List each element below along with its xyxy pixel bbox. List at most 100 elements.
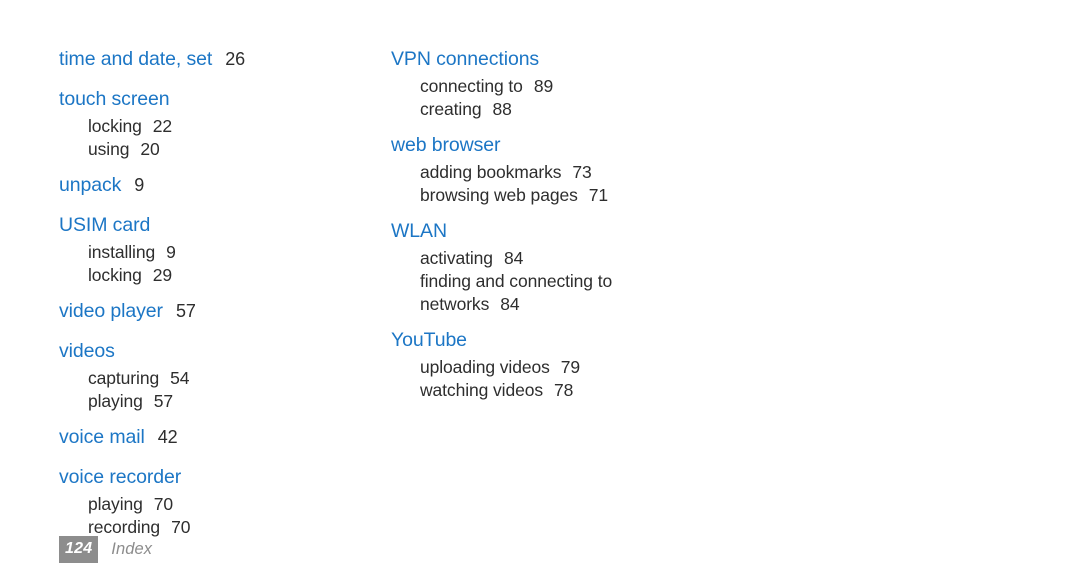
index-heading[interactable]: YouTube	[391, 325, 721, 356]
index-subentry-page-number: 70	[171, 517, 191, 537]
index-subentry-page-number: 71	[588, 185, 609, 205]
index-subentry-label: installing	[88, 242, 156, 262]
index-subentry-list: adding bookmarks 73 browsing web pages 71	[391, 161, 721, 207]
index-heading[interactable]: VPN connections	[391, 44, 721, 75]
index-heading[interactable]: voice mail 42	[59, 422, 389, 453]
index-subentry[interactable]: recording 70	[59, 516, 389, 539]
index-subentry-label: adding bookmarks	[420, 162, 562, 182]
index-subentry-label: finding and connecting to	[420, 271, 613, 291]
index-heading-label: voice recorder	[59, 466, 182, 488]
index-subentry-page-number: 29	[152, 265, 173, 285]
index-entry-group: VPN connections connecting to 89 creating 88	[391, 44, 721, 121]
index-subentry-label: connecting to	[420, 76, 523, 96]
index-subentry[interactable]: adding bookmarks 73	[391, 161, 721, 184]
index-heading[interactable]: time and date, set 26	[59, 44, 389, 75]
index-subentry-page-number: 20	[140, 139, 160, 159]
index-column-left: time and date, set 26 touch screen locking 2…	[59, 44, 389, 539]
index-subentry-label: activating	[420, 248, 493, 268]
index-entry-group: YouTube uploading videos 79 watching videos…	[391, 325, 721, 402]
index-subentry-list: activating 84 finding and connecting to net…	[391, 247, 721, 316]
index-heading-label: time and date, set	[59, 48, 213, 70]
index-heading-page-number: 57	[175, 301, 196, 321]
page-footer: 124 Index	[59, 536, 152, 563]
index-columns: time and date, set 26 touch screen locking 2…	[0, 44, 1080, 537]
index-subentry-page-number: 22	[152, 116, 173, 136]
index-entry-group: WLAN activating 84 finding and connecting t…	[391, 216, 721, 316]
index-subentry-list: locking 22 using 20	[59, 115, 389, 161]
index-subentry-page-number: 84	[500, 294, 520, 314]
index-subentry-label: watching videos	[420, 380, 544, 400]
index-heading-label: unpack	[59, 174, 122, 196]
index-subentry[interactable]: watching videos 78	[391, 379, 721, 402]
index-subentry[interactable]: playing 57	[59, 390, 389, 413]
index-subentry-page-number: 79	[560, 357, 581, 377]
index-entry-group: time and date, set 26	[59, 44, 389, 75]
index-heading[interactable]: touch screen	[59, 84, 389, 115]
index-heading[interactable]: video player 57	[59, 296, 389, 327]
index-entry-group: voice recorder playing 70 recording 70	[59, 462, 389, 539]
index-subentry-label: capturing	[88, 368, 160, 388]
index-subentry-list: uploading videos 79 watching videos 78	[391, 356, 721, 402]
index-subentry-label: playing	[88, 494, 143, 514]
index-heading-label: touch screen	[59, 88, 170, 110]
index-heading-page-number: 42	[157, 427, 178, 447]
index-heading-page-number: 9	[134, 175, 145, 195]
index-subentry[interactable]: connecting to 89	[391, 75, 721, 98]
index-subentry[interactable]: uploading videos 79	[391, 356, 721, 379]
index-subentry[interactable]: networks 84	[391, 293, 721, 316]
index-subentry[interactable]: installing 9	[59, 241, 389, 264]
index-subentry-list: connecting to 89 creating 88	[391, 75, 721, 121]
index-entry-group: USIM card installing 9 locking 29	[59, 210, 389, 287]
index-entry-group: web browser adding bookmarks 73 browsing we…	[391, 130, 721, 207]
index-entry-group: unpack 9	[59, 170, 389, 201]
index-subentry-label: creating	[420, 99, 482, 119]
index-entry-group: video player 57	[59, 296, 389, 327]
index-heading-page-number: 26	[225, 49, 246, 69]
index-heading-label: YouTube	[391, 329, 467, 351]
index-entry-group: voice mail 42	[59, 422, 389, 453]
index-subentry-page-number: 78	[554, 380, 574, 400]
index-heading-label: web browser	[391, 134, 501, 156]
index-heading[interactable]: videos	[59, 336, 389, 367]
index-subentry[interactable]: using 20	[59, 138, 389, 161]
index-heading-label: WLAN	[391, 220, 447, 242]
index-heading[interactable]: WLAN	[391, 216, 721, 247]
index-subentry-label: locking	[88, 265, 142, 285]
index-subentry-page-number: 89	[533, 76, 554, 96]
index-subentry-list: installing 9 locking 29	[59, 241, 389, 287]
index-heading-label: VPN connections	[391, 48, 540, 70]
index-subentry[interactable]: capturing 54	[59, 367, 389, 390]
index-subentry-label: networks	[420, 294, 490, 314]
index-subentry[interactable]: locking 22	[59, 115, 389, 138]
index-subentry-label: using	[88, 139, 130, 159]
index-subentry-label: locking	[88, 116, 142, 136]
index-subentry-label: recording	[88, 517, 161, 537]
index-subentry-label: browsing web pages	[420, 185, 578, 205]
index-subentry-page-number: 88	[492, 99, 512, 119]
index-heading-label: voice mail	[59, 426, 145, 448]
page-number-badge: 124	[59, 536, 99, 563]
index-subentry[interactable]: activating 84	[391, 247, 721, 270]
index-heading[interactable]: voice recorder	[59, 462, 389, 493]
index-subentry[interactable]: playing 70	[59, 493, 389, 516]
index-heading[interactable]: web browser	[391, 130, 721, 161]
index-subentry[interactable]: browsing web pages 71	[391, 184, 721, 207]
index-subentry[interactable]: finding and connecting to	[391, 270, 721, 293]
index-subentry[interactable]: creating 88	[391, 98, 721, 121]
index-subentry-list: capturing 54 playing 57	[59, 367, 389, 413]
index-subentry[interactable]: locking 29	[59, 264, 389, 287]
index-column-right: VPN connections connecting to 89 creating 88…	[391, 44, 721, 402]
index-subentry-page-number: 9	[166, 242, 176, 262]
index-subentry-page-number: 57	[153, 391, 174, 411]
index-subentry-label: uploading videos	[420, 357, 550, 377]
index-subentry-label: playing	[88, 391, 143, 411]
index-page: time and date, set 26 touch screen locking 2…	[0, 0, 1080, 586]
index-subentry-page-number: 70	[153, 494, 174, 514]
index-heading[interactable]: USIM card	[59, 210, 389, 241]
index-subentry-page-number: 73	[572, 162, 592, 182]
index-entry-group: touch screen locking 22 using 20	[59, 84, 389, 161]
index-entry-group: videos capturing 54 playing 57	[59, 336, 389, 413]
index-heading[interactable]: unpack 9	[59, 170, 389, 201]
index-heading-label: USIM card	[59, 214, 151, 236]
index-subentry-list: playing 70 recording 70	[59, 493, 389, 539]
